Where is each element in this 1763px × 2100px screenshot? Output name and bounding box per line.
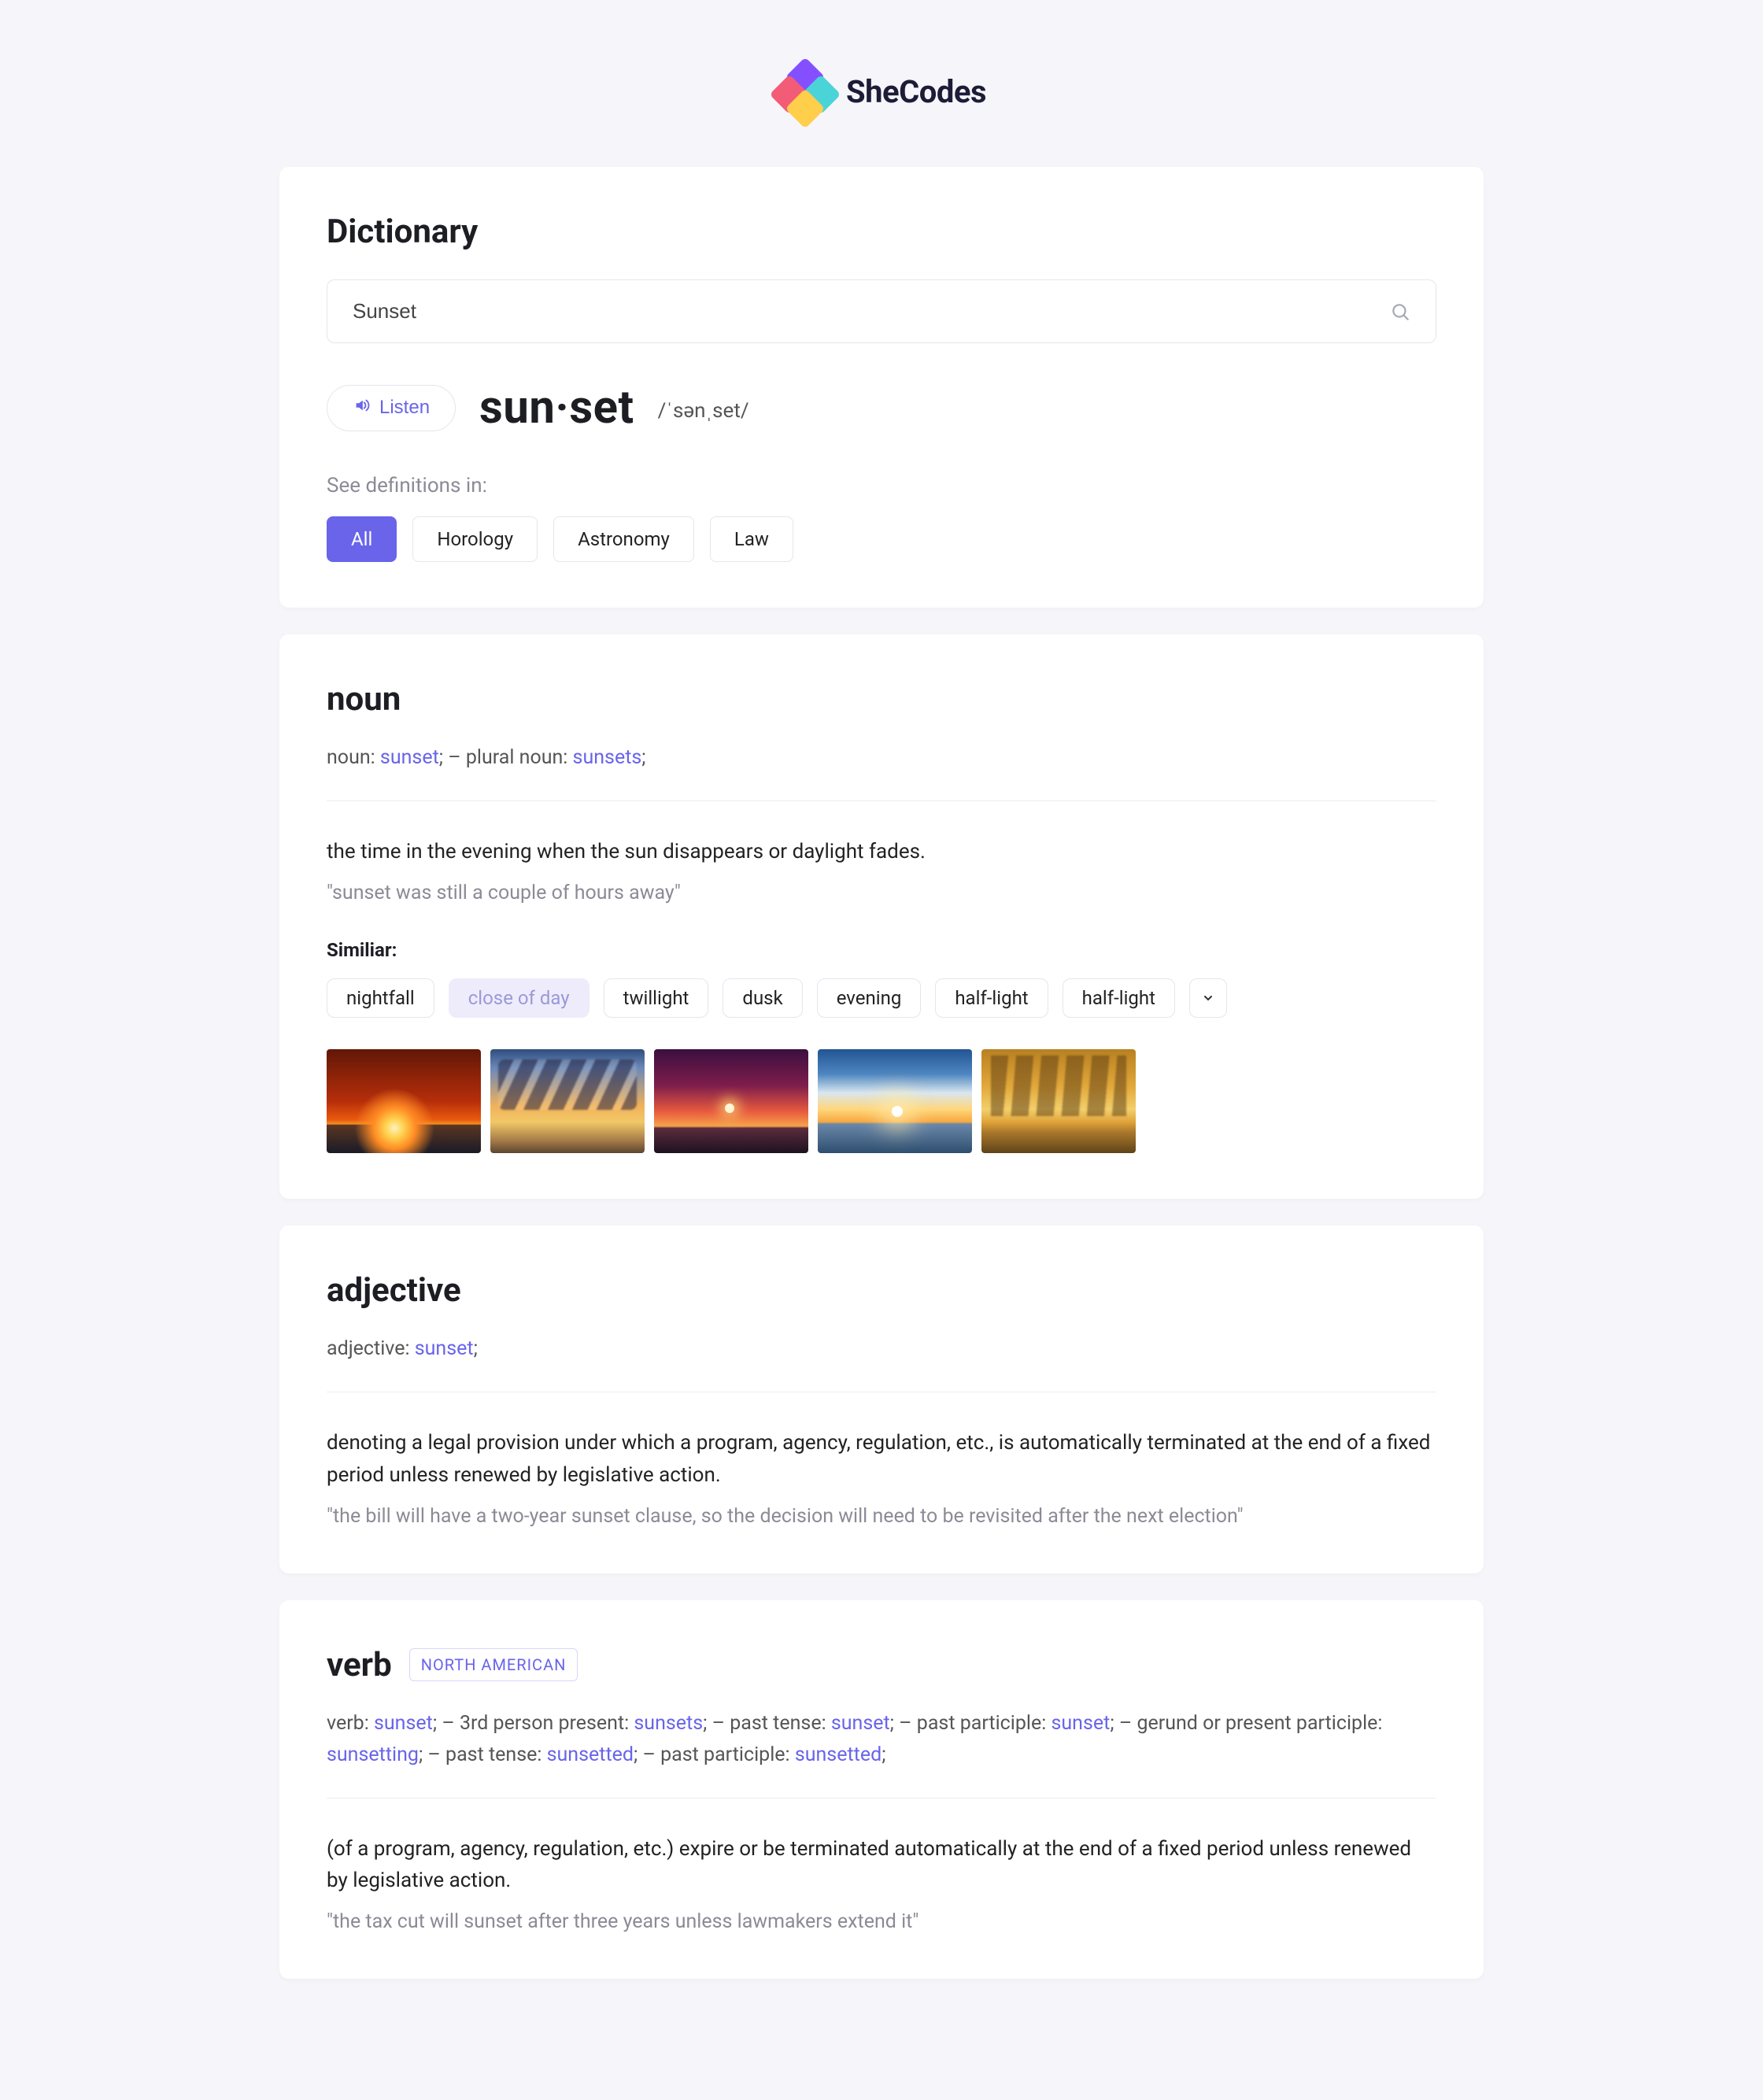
chevron-down-icon	[1202, 992, 1214, 1004]
verb-definition: (of a program, agency, regulation, etc.)…	[327, 1833, 1436, 1897]
form-link[interactable]: sunset	[831, 1712, 890, 1735]
listen-button[interactable]: Listen	[327, 385, 456, 431]
verb-example: "the tax cut will sunset after three yea…	[327, 1910, 1436, 1933]
header-card: Dictionary Listen sun·set /ˈsənˌset/ See…	[279, 167, 1484, 608]
listen-label: Listen	[379, 397, 430, 419]
adjective-definition: denoting a legal provision under which a…	[327, 1427, 1436, 1491]
form-link[interactable]: sunset	[380, 746, 439, 769]
result-image[interactable]	[327, 1049, 481, 1153]
noun-forms: noun: sunset; – plural noun: sunsets;	[327, 742, 1436, 774]
search-input[interactable]	[353, 299, 1390, 324]
see-definitions-label: See definitions in:	[327, 474, 1436, 497]
similar-chip[interactable]: twillight	[604, 978, 709, 1018]
expand-similar-button[interactable]	[1189, 978, 1227, 1018]
similar-chip[interactable]: dusk	[723, 978, 802, 1018]
search-container	[327, 279, 1436, 343]
result-image[interactable]	[981, 1049, 1136, 1153]
adjective-example: "the bill will have a two-year sunset cl…	[327, 1505, 1436, 1528]
category-chip-law[interactable]: Law	[710, 516, 793, 562]
form-link[interactable]: sunsets	[573, 746, 642, 769]
similar-chip[interactable]: evening	[817, 978, 922, 1018]
category-chip-horology[interactable]: Horology	[412, 516, 538, 562]
noun-example: "sunset was still a couple of hours away…	[327, 882, 1436, 904]
form-link[interactable]: sunset	[1051, 1712, 1110, 1735]
image-row	[327, 1049, 1436, 1153]
pos-heading-noun: noun	[327, 680, 1436, 719]
pos-heading-verb: verb	[327, 1646, 392, 1684]
category-chip-astronomy[interactable]: Astronomy	[553, 516, 694, 562]
verb-card: verb NORTH AMERICAN verb: sunset; – 3rd …	[279, 1600, 1484, 1980]
form-link[interactable]: sunset	[374, 1712, 433, 1735]
search-icon[interactable]	[1390, 301, 1410, 322]
headword: sun·set	[479, 381, 634, 434]
result-image[interactable]	[490, 1049, 645, 1153]
audio-icon	[353, 397, 370, 420]
result-image[interactable]	[818, 1049, 972, 1153]
similar-chip[interactable]: close of day	[449, 978, 590, 1018]
noun-card: noun noun: sunset; – plural noun: sunset…	[279, 634, 1484, 1199]
similar-chip[interactable]: nightfall	[327, 978, 434, 1018]
adjective-forms: adjective: sunset;	[327, 1333, 1436, 1365]
region-badge: NORTH AMERICAN	[409, 1648, 578, 1681]
category-chip-all[interactable]: All	[327, 516, 397, 562]
form-link[interactable]: sunset	[415, 1337, 474, 1360]
category-chip-row: All Horology Astronomy Law	[327, 516, 1436, 562]
similar-chip[interactable]: half-light	[935, 978, 1048, 1018]
adjective-card: adjective adjective: sunset; denoting a …	[279, 1226, 1484, 1573]
similar-chip[interactable]: half-light	[1063, 978, 1175, 1018]
result-image[interactable]	[654, 1049, 808, 1153]
verb-forms: verb: sunset; – 3rd person present: suns…	[327, 1708, 1436, 1771]
similar-chip-row: nightfall close of day twillight dusk evenin…	[327, 978, 1436, 1018]
logo-icon	[777, 63, 833, 120]
phonetic: /ˈsənˌset/	[658, 398, 749, 423]
pos-heading-adjective: adjective	[327, 1271, 1436, 1310]
brand-name: SheCodes	[846, 73, 986, 110]
form-link[interactable]: sunsets	[634, 1712, 703, 1735]
page-title: Dictionary	[327, 213, 1436, 251]
noun-definition: the time in the evening when the sun dis…	[327, 836, 1436, 867]
similar-label: Similiar:	[327, 939, 1436, 961]
brand-header: SheCodes	[279, 63, 1484, 120]
